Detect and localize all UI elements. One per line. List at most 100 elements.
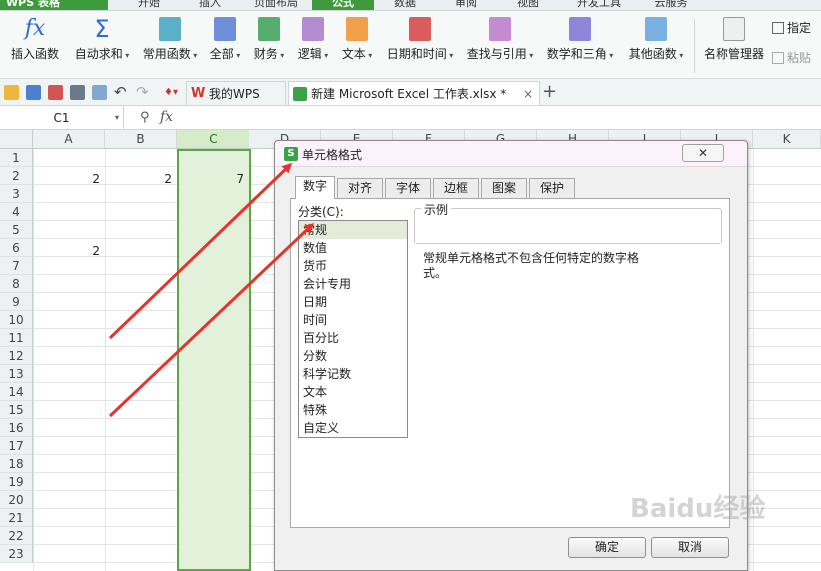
tab-insert[interactable]: 插入: [180, 0, 240, 10]
dialog-close-button[interactable]: ✕: [682, 144, 724, 162]
row-header-20[interactable]: 20: [0, 491, 33, 509]
name-box[interactable]: C1: [0, 106, 124, 130]
tab-pattern[interactable]: 图案: [481, 178, 527, 198]
tab-page-layout[interactable]: 页面布局: [240, 0, 312, 10]
row-header-16[interactable]: 16: [0, 419, 33, 437]
row-header-17[interactable]: 17: [0, 437, 33, 455]
category-item[interactable]: 分数: [299, 347, 407, 365]
row-header-4[interactable]: 4: [0, 203, 33, 221]
fx-icon[interactable]: fx: [160, 109, 173, 125]
other-functions-button[interactable]: 其他函数: [624, 17, 688, 62]
row-header-15[interactable]: 15: [0, 401, 33, 419]
row-header-22[interactable]: 22: [0, 527, 33, 545]
tab-number[interactable]: 数字: [295, 176, 335, 199]
tab-border[interactable]: 边框: [433, 178, 479, 198]
category-item[interactable]: 自定义: [299, 419, 407, 437]
cell-B2[interactable]: 2: [105, 170, 175, 188]
row-header-13[interactable]: 13: [0, 365, 33, 383]
category-item[interactable]: 会计专用: [299, 275, 407, 293]
print-preview-icon[interactable]: [92, 85, 107, 100]
logical-button[interactable]: 逻辑: [294, 17, 332, 62]
category-list[interactable]: 常规 数值 货币 会计专用 日期 时间 百分比 分数 科学记数 文本 特殊 自定义: [298, 220, 408, 438]
customize-toolbar-icon[interactable]: ♦▾: [164, 85, 179, 100]
row-header-7[interactable]: 7: [0, 257, 33, 275]
close-tab-icon[interactable]: ×: [523, 82, 533, 106]
lookup-button[interactable]: 查找与引用: [464, 17, 536, 62]
row-header-10[interactable]: 10: [0, 311, 33, 329]
tab-review[interactable]: 审阅: [436, 0, 496, 10]
math-button[interactable]: 数学和三角: [544, 17, 616, 62]
name-manager-button[interactable]: 名称管理器: [702, 17, 766, 62]
row-header-12[interactable]: 12: [0, 347, 33, 365]
select-all-corner[interactable]: [0, 130, 33, 149]
row-header-14[interactable]: 14: [0, 383, 33, 401]
row-header-21[interactable]: 21: [0, 509, 33, 527]
app-menu-button[interactable]: WPS 表格: [0, 0, 108, 10]
new-tab-icon[interactable]: +: [542, 81, 557, 103]
row-header-3[interactable]: 3: [0, 185, 33, 203]
category-item[interactable]: 日期: [299, 293, 407, 311]
tab-cloud[interactable]: 云服务: [638, 0, 704, 10]
all-functions-button[interactable]: 全部: [206, 17, 244, 62]
specify-button[interactable]: 指定: [772, 19, 811, 36]
ok-button[interactable]: 确定: [568, 537, 646, 558]
paste-button[interactable]: 粘贴: [772, 49, 811, 66]
category-item[interactable]: 数值: [299, 239, 407, 257]
cell-C2[interactable]: 7: [177, 170, 247, 188]
category-item[interactable]: 科学记数: [299, 365, 407, 383]
category-item[interactable]: 百分比: [299, 329, 407, 347]
row-header-23[interactable]: 23: [0, 545, 33, 563]
common-functions-button[interactable]: 常用函数: [138, 17, 202, 62]
category-item[interactable]: 文本: [299, 383, 407, 401]
category-item[interactable]: 常规: [299, 221, 407, 239]
open-folder-icon[interactable]: [4, 85, 19, 100]
cell-A2[interactable]: 2: [33, 170, 103, 188]
cell-A6[interactable]: 2: [33, 242, 103, 260]
ribbon-tab-bar: WPS 表格 开始 插入 页面布局 公式 数据 审阅 视图 开发工具 云服务: [0, 0, 821, 11]
tab-font[interactable]: 字体: [385, 178, 431, 198]
column-header-B[interactable]: B: [105, 130, 177, 149]
export-pdf-icon[interactable]: [48, 85, 63, 100]
category-item[interactable]: 特殊: [299, 401, 407, 419]
row-header-11[interactable]: 11: [0, 329, 33, 347]
zoom-icon[interactable]: ⚲: [140, 110, 150, 125]
text-functions-button[interactable]: 文本: [338, 17, 376, 62]
tab-developer[interactable]: 开发工具: [560, 0, 638, 10]
fx-icon: fx: [24, 16, 46, 41]
row-header-2[interactable]: 2: [0, 167, 33, 185]
tab-my-wps[interactable]: W 我的WPS: [186, 81, 286, 105]
row-header-19[interactable]: 19: [0, 473, 33, 491]
undo-icon[interactable]: ↶: [114, 85, 129, 100]
tab-home[interactable]: 开始: [118, 0, 180, 10]
row-header-18[interactable]: 18: [0, 455, 33, 473]
column-header-A[interactable]: A: [33, 130, 105, 149]
star-book-icon: [159, 17, 181, 41]
save-icon[interactable]: [26, 85, 41, 100]
formula-input[interactable]: [186, 106, 821, 130]
tab-view[interactable]: 视图: [496, 0, 560, 10]
row-header-5[interactable]: 5: [0, 221, 33, 239]
row-header-8[interactable]: 8: [0, 275, 33, 293]
row-header-6[interactable]: 6: [0, 239, 33, 257]
datetime-button[interactable]: 日期和时间: [384, 17, 456, 62]
insert-function-button[interactable]: fx 插入函数: [6, 17, 64, 62]
tab-current-workbook[interactable]: 新建 Microsoft Excel 工作表.xlsx * ×: [288, 81, 540, 105]
column-header-C[interactable]: C: [177, 130, 251, 149]
category-item[interactable]: 货币: [299, 257, 407, 275]
print-icon[interactable]: [70, 85, 85, 100]
autosum-button[interactable]: Σ 自动求和: [70, 17, 134, 62]
row-header-9[interactable]: 9: [0, 293, 33, 311]
category-item[interactable]: 时间: [299, 311, 407, 329]
tab-data[interactable]: 数据: [374, 0, 436, 10]
redo-icon[interactable]: ↷: [136, 85, 151, 100]
dialog-title-bar[interactable]: S 单元格格式 ✕: [275, 141, 747, 167]
cancel-button[interactable]: 取消: [651, 537, 729, 558]
tab-alignment[interactable]: 对齐: [337, 178, 383, 198]
financial-button[interactable]: 财务: [250, 17, 288, 62]
tab-formulas[interactable]: 公式: [312, 0, 374, 10]
number-tab-panel: 分类(C): 常规 数值 货币 会计专用 日期 时间 百分比 分数 科学记数 文本 特殊 自定义 示例…: [290, 198, 730, 528]
row-header-1[interactable]: 1: [0, 149, 33, 167]
lookup-label: 查找与引用: [467, 47, 534, 61]
tab-protection[interactable]: 保护: [529, 178, 575, 198]
column-header-K[interactable]: K: [753, 130, 821, 149]
